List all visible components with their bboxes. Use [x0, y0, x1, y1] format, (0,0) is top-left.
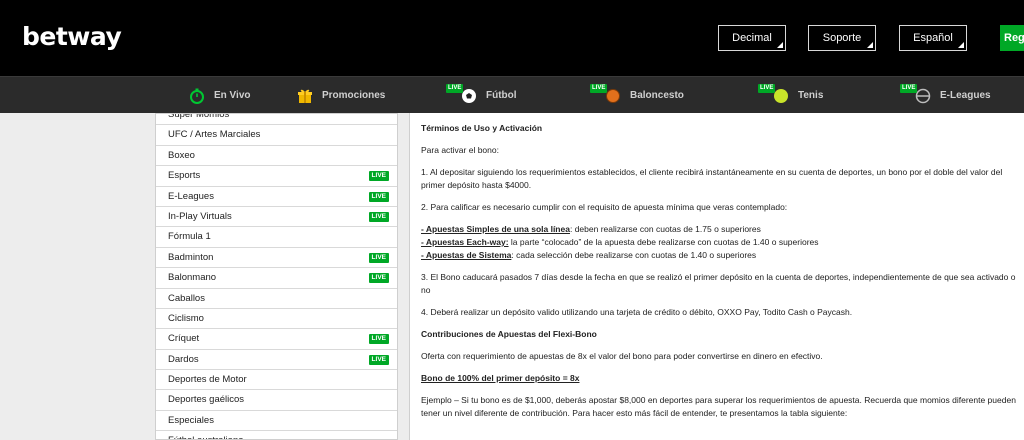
sidebar-item-label: UFC / Artes Marciales [168, 129, 261, 141]
sidebar-item-label: Esports [168, 170, 201, 182]
sidebar-item-label: Balonmano [168, 272, 217, 284]
step-1-text: 1. Al depositar siguiendo los requerimie… [421, 167, 1003, 190]
sidebar-item[interactable]: Fórmula 1 [156, 227, 397, 248]
sidebar-item-label: Súper Momios [168, 113, 230, 120]
nav-label: Fútbol [486, 90, 517, 101]
terms-title: Términos de Uso y Activación [421, 123, 543, 133]
esports-icon: LIVE [900, 83, 932, 105]
soccer-ball-icon: LIVE [446, 83, 478, 105]
sidebar-item-label: Fórmula 1 [168, 231, 211, 243]
sidebar-item-label: Deportes gaélicos [168, 394, 245, 406]
sidebar-item[interactable]: E-Leagues LIVE [156, 187, 397, 207]
sidebar-item-label: Dardos [168, 353, 199, 365]
sidebar-item[interactable]: Críquet LIVE [156, 329, 397, 350]
betway-logo[interactable]: betway [22, 22, 122, 51]
example-text: Ejemplo – Si tu bono es de $1,000, deber… [421, 395, 1016, 418]
odds-format-button[interactable]: Decimal [718, 25, 786, 51]
sidebar-item[interactable]: Súper Momios [156, 113, 397, 126]
nav-label: E-Leagues [940, 90, 991, 101]
tennis-ball-icon: LIVE [758, 83, 790, 105]
sidebar-item[interactable]: Badminton LIVE [156, 248, 397, 269]
sports-nav-bar: En Vivo Promociones LIVE Fútbol LIVE Bal… [0, 76, 1024, 113]
support-label: Soporte [822, 32, 862, 44]
register-button[interactable]: Regi [1000, 25, 1024, 51]
bet-requirements: - Apuestas Simples de una sola línea: de… [421, 223, 1016, 262]
sidebar-item-label: Críquet [168, 333, 200, 345]
sidebar-item-label: Fútbol australiano [168, 435, 244, 439]
nav-item-futbol[interactable]: LIVE Fútbol [446, 77, 517, 114]
live-badge: LIVE [446, 83, 464, 93]
step-2-text: 2. Para calificar es necesario cumplir c… [421, 202, 788, 212]
promo-terms-content: Términos de Uso y Activación Para activa… [409, 113, 1024, 440]
live-badge: LIVE [368, 211, 389, 222]
live-badge: LIVE [900, 83, 918, 93]
bet-each-way-label: - Apuestas Each-way: [421, 237, 509, 247]
nav-label: Promociones [322, 90, 386, 101]
basketball-icon: LIVE [590, 83, 622, 105]
bet-each-way-text: la parte “colocado” de la apuesta debe r… [508, 237, 819, 247]
nav-item-tenis[interactable]: LIVE Tenis [758, 77, 824, 114]
sidebar-item-label: Deportes de Motor [168, 374, 247, 386]
corner-arrow-icon [867, 42, 873, 48]
live-badge: LIVE [368, 273, 389, 284]
nav-label: Baloncesto [630, 90, 684, 101]
bet-simple-label: - Apuestas Simples de una sola línea [421, 224, 570, 234]
nav-label: En Vivo [214, 90, 251, 101]
sidebar-item[interactable]: Dardos LIVE [156, 350, 397, 371]
top-header: betway Decimal Soporte Español Regi [0, 0, 1024, 76]
sidebar-item[interactable]: In-Play Virtuals LIVE [156, 207, 397, 228]
bet-system-label: - Apuestas de Sistema [421, 250, 512, 260]
sidebar-item[interactable]: UFC / Artes Marciales [156, 125, 397, 146]
sports-list: Súper Momios UFC / Artes Marciales Boxeo Es… [156, 113, 397, 439]
gift-icon [296, 87, 314, 105]
nav-item-promociones[interactable]: Promociones [296, 77, 385, 114]
contributions-text: Oferta con requerimiento de apuestas de … [421, 351, 823, 361]
live-badge: LIVE [368, 252, 389, 263]
language-label: Español [913, 32, 953, 44]
sidebar-item[interactable]: Esports LIVE [156, 166, 397, 187]
step-3-text: 3. El Bono caducará pasados 7 días desde… [421, 272, 1016, 295]
odds-format-label: Decimal [732, 32, 772, 44]
language-button[interactable]: Español [899, 25, 967, 51]
sidebar-item[interactable]: Fútbol australiano [156, 431, 397, 439]
bet-simple-text: : deben realizarse con cuotas de 1.75 o … [569, 224, 761, 234]
live-badge: LIVE [368, 334, 389, 345]
nav-item-baloncesto[interactable]: LIVE Baloncesto [590, 77, 684, 114]
corner-arrow-icon [958, 42, 964, 48]
sidebar-item[interactable]: Boxeo [156, 146, 397, 167]
sidebar-item[interactable]: Especiales [156, 411, 397, 432]
sidebar-item-label: Ciclismo [168, 312, 204, 324]
sidebar-item[interactable]: Deportes gaélicos [156, 390, 397, 411]
sidebar-item-label: In-Play Virtuals [168, 210, 232, 222]
live-badge: LIVE [758, 83, 776, 93]
nav-label: Tenis [798, 90, 824, 101]
stopwatch-icon [188, 87, 206, 105]
sports-sidebar: Súper Momios UFC / Artes Marciales Boxeo Es… [155, 113, 398, 440]
nav-item-e-leagues[interactable]: LIVE E-Leagues [900, 77, 991, 114]
sidebar-item-label: Badminton [168, 251, 214, 263]
sidebar-item[interactable]: Caballos [156, 289, 397, 309]
step-4-text: 4. Deberá realizar un depósito valido ut… [421, 307, 853, 317]
live-badge: LIVE [368, 171, 389, 182]
live-badge: LIVE [368, 191, 389, 202]
sidebar-item[interactable]: Balonmano LIVE [156, 268, 397, 289]
sidebar-item[interactable]: Deportes de Motor [156, 370, 397, 391]
live-badge: LIVE [590, 83, 608, 93]
sidebar-item-label: Boxeo [168, 149, 195, 161]
left-gutter [0, 113, 155, 440]
sidebar-item[interactable]: Ciclismo [156, 309, 397, 330]
corner-arrow-icon [777, 42, 783, 48]
contributions-title: Contribuciones de Apuestas del Flexi-Bon… [421, 329, 597, 339]
bet-system-text: : cada selección debe realizarse con cuo… [511, 250, 757, 260]
sidebar-item-label: Especiales [168, 414, 214, 426]
live-badge: LIVE [368, 354, 389, 365]
nav-item-en-vivo[interactable]: En Vivo [188, 77, 251, 114]
sidebar-item-label: E-Leagues [168, 190, 214, 202]
sidebar-item-label: Caballos [168, 292, 205, 304]
support-button[interactable]: Soporte [808, 25, 876, 51]
bonus-heading: Bono de 100% del primer depósito = 8x [421, 373, 580, 383]
activate-intro: Para activar el bono: [421, 145, 499, 155]
